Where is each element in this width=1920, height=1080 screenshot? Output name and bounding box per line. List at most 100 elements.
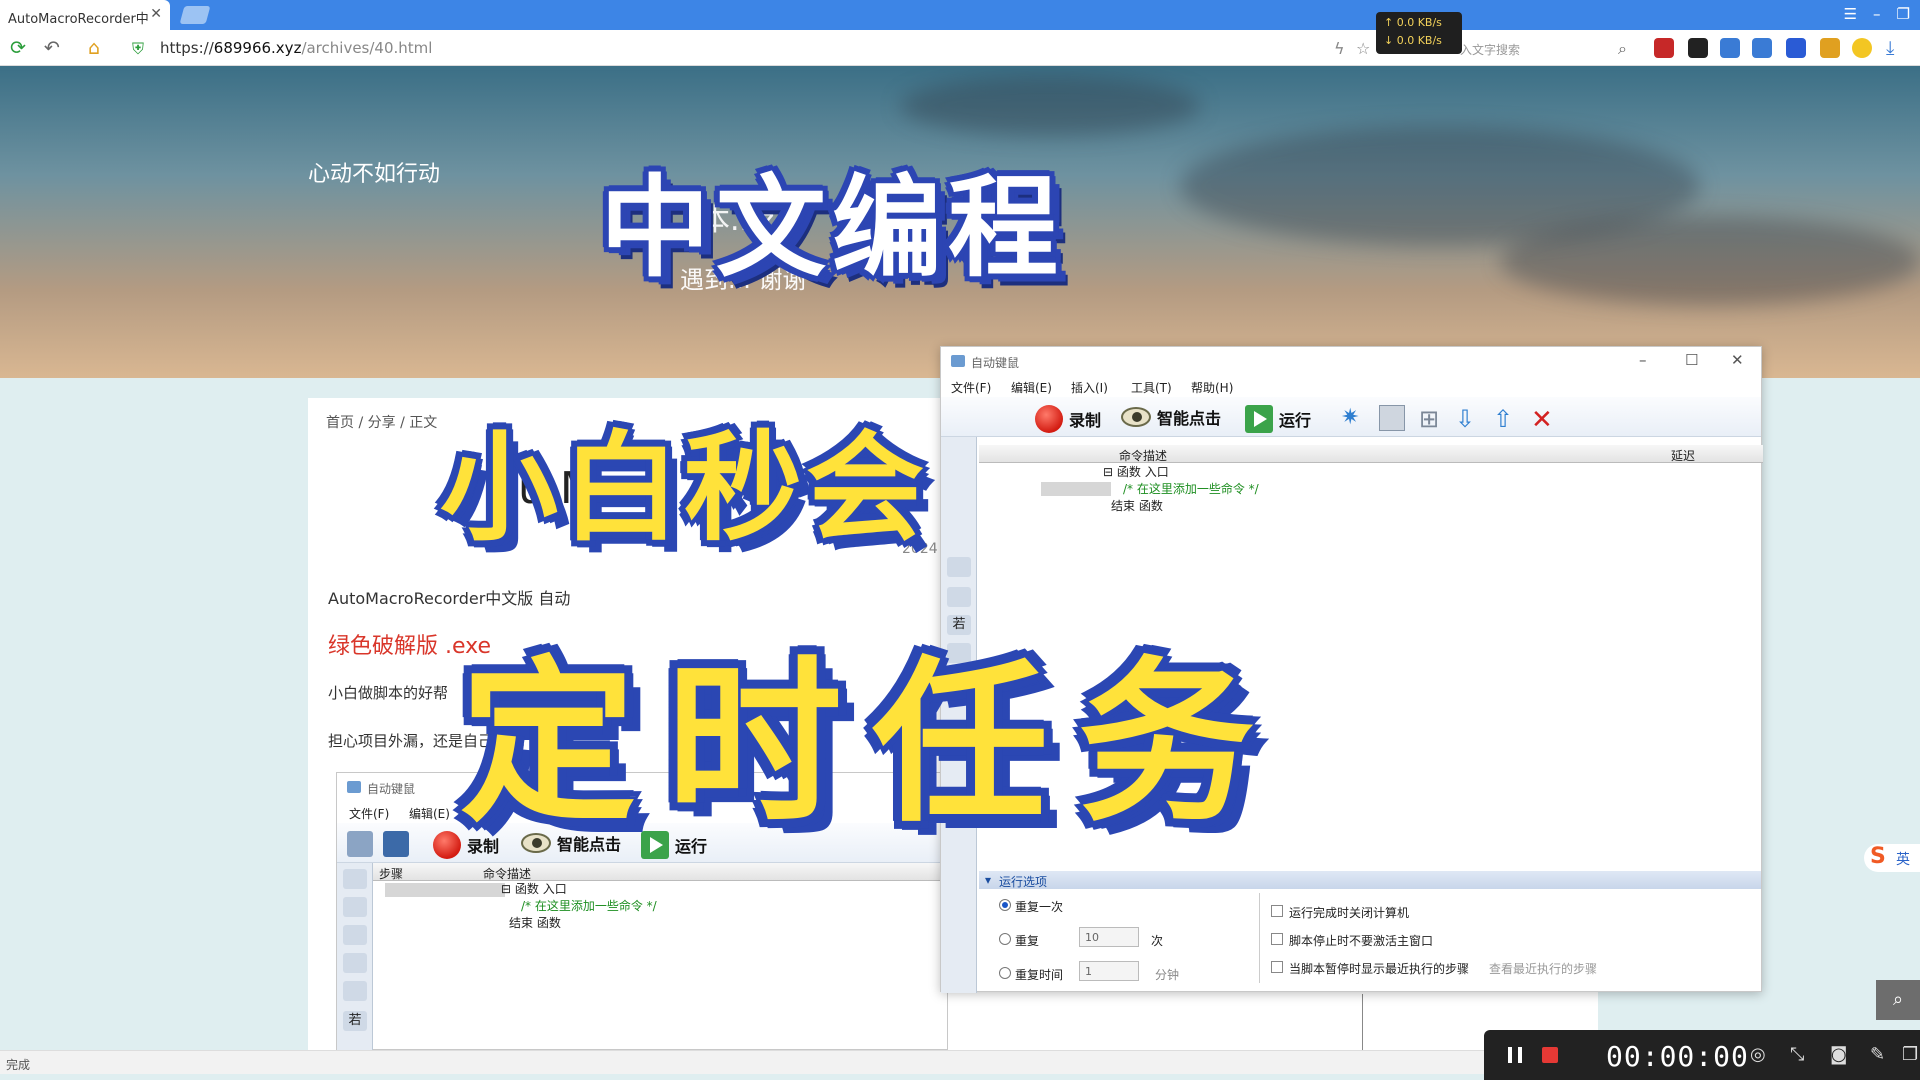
new-tab-button[interactable] bbox=[179, 6, 211, 24]
window-title: 自动键鼠 bbox=[367, 782, 416, 796]
open-folder-icon[interactable] bbox=[347, 831, 373, 857]
search-icon[interactable]: ⌕ bbox=[1876, 980, 1920, 1020]
run-button[interactable]: 运行 bbox=[1245, 405, 1311, 433]
refresh-icon[interactable]: ⟳ bbox=[10, 37, 26, 59]
code-comment: /* 在这里添加一些命令 */ bbox=[521, 899, 657, 913]
extension-icon-4[interactable] bbox=[1752, 38, 1772, 58]
ime-mode: 英 bbox=[1896, 852, 1910, 868]
emoji-icon[interactable] bbox=[1852, 38, 1872, 58]
search-input[interactable]: 入文字搜索 bbox=[1460, 41, 1520, 58]
extension-icon-2[interactable] bbox=[1688, 38, 1708, 58]
code-block[interactable]: ⊟ 函数 入口 /* 在这里添加一些命令 */ 结束 函数 bbox=[501, 881, 657, 932]
row-highlight bbox=[385, 883, 505, 897]
menu-edit[interactable]: 编辑(E) bbox=[1011, 379, 1052, 396]
minimize-icon[interactable]: – bbox=[1873, 5, 1881, 23]
lightning-icon[interactable]: ϟ bbox=[1334, 39, 1345, 58]
url-prefix: https:// bbox=[160, 39, 214, 57]
extension-icon-3[interactable] bbox=[1720, 38, 1740, 58]
window-controls: ☰ – ❐ bbox=[1844, 5, 1910, 23]
url-domain: 689966.xyz bbox=[213, 39, 302, 57]
view-steps-link[interactable]: 查看最近执行的步骤 bbox=[1489, 960, 1597, 977]
download-icon[interactable]: ⤓ bbox=[1886, 37, 1894, 59]
mouse-icon[interactable] bbox=[343, 869, 367, 889]
eye-icon[interactable] bbox=[343, 925, 367, 945]
menu-bar: 文件(F) 编辑(E) 插入(I) 工具(T) 帮助(H) bbox=[941, 375, 1761, 397]
home-icon[interactable]: ⌂ bbox=[88, 37, 100, 59]
screenshot-region-icon[interactable]: ◎ bbox=[1750, 1044, 1766, 1065]
window-icon[interactable] bbox=[343, 953, 367, 973]
eye-icon bbox=[1121, 407, 1151, 427]
code-block[interactable]: ⊟ 函数 入口 /* 在这里添加一些命令 */ 结束 函数 bbox=[1103, 464, 1259, 515]
code-end: 结束 函数 bbox=[1111, 499, 1163, 513]
column-description: 命令描述 bbox=[483, 867, 532, 881]
no-activate-label: 脚本停止时不要激活主窗口 bbox=[1289, 934, 1434, 948]
recording-timer: 00:00:00 bbox=[1606, 1040, 1749, 1073]
shutdown-checkbox[interactable] bbox=[1271, 905, 1283, 917]
repeat-time-unit[interactable]: 分钟 bbox=[1155, 966, 1179, 983]
fullscreen-exit-icon[interactable]: ⤡ bbox=[1790, 1044, 1804, 1065]
pause-icon[interactable] bbox=[1508, 1047, 1522, 1063]
ime-indicator[interactable]: S 英 bbox=[1864, 844, 1920, 872]
repeat-count-stepper[interactable]: 10 bbox=[1079, 927, 1139, 947]
move-down-icon[interactable]: ⇩ bbox=[1455, 405, 1481, 433]
pen-icon[interactable]: ✎ bbox=[1870, 1044, 1885, 1065]
maximize-icon[interactable]: ❐ bbox=[1897, 5, 1910, 23]
repeat-time-stepper[interactable]: 1 bbox=[1079, 961, 1139, 981]
menu-help[interactable]: 帮助(H) bbox=[1191, 379, 1233, 396]
extension-icon-5[interactable] bbox=[1786, 38, 1806, 58]
caption-chinese-programming: 中文编程 bbox=[600, 164, 1064, 292]
sogou-logo-icon: S bbox=[1870, 844, 1886, 869]
camera-icon[interactable]: ◙ bbox=[1830, 1044, 1847, 1065]
run-label: 运行 bbox=[1279, 411, 1312, 430]
menu-icon[interactable]: ☰ bbox=[1844, 5, 1857, 23]
tab-close-icon[interactable]: ✕ bbox=[150, 6, 162, 22]
site-title[interactable]: 心动不如行动 bbox=[308, 156, 440, 188]
net-down: ↓ 0.0 KB/s bbox=[1384, 34, 1442, 47]
code-comment: /* 在这里添加一些命令 */ bbox=[1123, 482, 1259, 496]
menu-insert[interactable]: 插入(I) bbox=[1071, 379, 1108, 396]
window-icon[interactable]: ❐ bbox=[1902, 1044, 1918, 1065]
move-up-icon[interactable]: ⇧ bbox=[1493, 405, 1519, 433]
menu-tools[interactable]: 工具(T) bbox=[1131, 379, 1172, 396]
back-icon[interactable]: ↶ bbox=[44, 37, 60, 59]
menu-edit[interactable]: 编辑(E) bbox=[409, 805, 450, 822]
repeat-time-radio[interactable] bbox=[999, 967, 1011, 979]
code-func: 函数 入口 bbox=[514, 882, 567, 896]
no-activate-checkbox[interactable] bbox=[1271, 933, 1283, 945]
debug-icon[interactable]: ✷ bbox=[1341, 405, 1367, 431]
breadcrumb[interactable]: 首页 / 分享 / 正文 bbox=[326, 412, 437, 432]
save-icon[interactable] bbox=[383, 831, 409, 857]
show-steps-checkbox[interactable] bbox=[1271, 961, 1283, 973]
delete-icon[interactable]: ✕ bbox=[1531, 405, 1557, 435]
keyboard-icon[interactable] bbox=[343, 897, 367, 917]
browser-tab[interactable]: AutoMacroRecorder中 ✕ bbox=[0, 0, 170, 30]
keyboard-icon[interactable] bbox=[947, 557, 971, 577]
search-icon[interactable]: ⌕ bbox=[1618, 39, 1627, 59]
if-button[interactable]: 若 bbox=[343, 1011, 367, 1031]
smart-click-label: 智能点击 bbox=[1157, 409, 1222, 428]
stop-icon[interactable] bbox=[1542, 1047, 1558, 1063]
run-options-header[interactable]: ▾ 运行选项 bbox=[979, 871, 1761, 889]
maximize-icon[interactable]: ☐ bbox=[1685, 351, 1698, 369]
star-icon[interactable]: ☆ bbox=[1356, 39, 1370, 58]
folder-icon[interactable] bbox=[343, 981, 367, 1001]
grid-header: 步骤 命令描述 bbox=[373, 863, 949, 881]
close-icon[interactable]: ✕ bbox=[1731, 351, 1744, 369]
window-icon[interactable] bbox=[1379, 405, 1405, 431]
menu-file[interactable]: 文件(F) bbox=[951, 379, 991, 396]
menu-file[interactable]: 文件(F) bbox=[349, 805, 389, 822]
app-icon bbox=[347, 781, 361, 793]
smart-click-button[interactable]: 智能点击 bbox=[1121, 405, 1221, 429]
key-icon[interactable] bbox=[1820, 38, 1840, 58]
url-field[interactable]: https://689966.xyz/archives/40.html bbox=[160, 39, 432, 57]
repeat-once-radio[interactable] bbox=[999, 899, 1011, 911]
minimize-icon[interactable]: – bbox=[1639, 351, 1647, 369]
tab-title: AutoMacroRecorder中 bbox=[8, 12, 149, 27]
url-path: /archives/40.html bbox=[301, 39, 433, 57]
record-button[interactable]: 录制 bbox=[1035, 405, 1101, 433]
toolbar: 录制 智能点击 运行 ✷ ⊞ ⇩ ⇧ ✕ bbox=[941, 397, 1761, 437]
repeat-radio[interactable] bbox=[999, 933, 1011, 945]
divider bbox=[1259, 893, 1260, 983]
extension-icon-1[interactable] bbox=[1654, 38, 1674, 58]
grid-icon[interactable]: ⊞ bbox=[1419, 405, 1445, 433]
